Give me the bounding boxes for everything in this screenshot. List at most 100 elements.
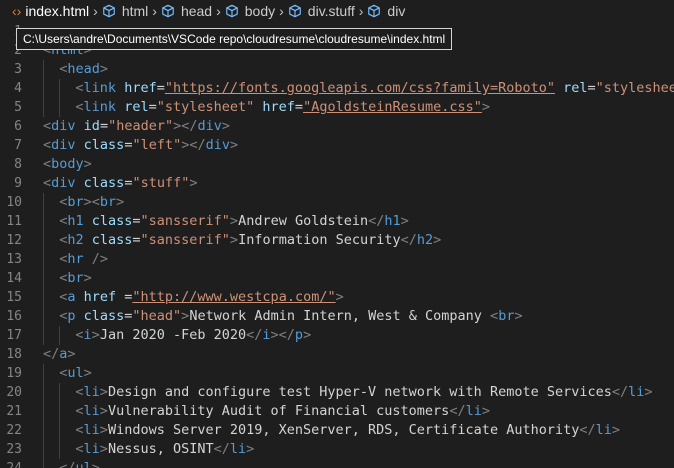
line-number: 11: [6, 214, 22, 229]
code-line[interactable]: 3 <head>: [0, 60, 674, 79]
code-token: />: [91, 251, 108, 267]
code-token: li: [83, 384, 100, 400]
code-line[interactable]: 17 <i>Jan 2020 -Feb 2020</i></p>: [0, 326, 674, 345]
code-line[interactable]: 4 <link href="https://fonts.googleapis.co…: [0, 79, 674, 98]
code-line[interactable]: 11 <h1 class="sansserif">Andrew Goldstein…: [0, 212, 674, 231]
code-line[interactable]: 7 <div class="left"></div>: [0, 136, 674, 155]
code-line[interactable]: 15 <a href ="http://www.westcpa.com/">: [0, 288, 674, 307]
code-token: ></: [181, 137, 206, 153]
code-line[interactable]: 9 <div class="stuff">: [0, 174, 674, 193]
code-token: </: [246, 327, 263, 343]
file-path-tooltip-text: C:\Users\andre\Documents\VSCode repo\clo…: [23, 32, 446, 46]
breadcrumb-item[interactable]: html: [102, 3, 148, 19]
code-line[interactable]: 5 <link rel="stylesheet" href="Agoldstein…: [0, 98, 674, 117]
code-token: h1: [384, 213, 401, 229]
breadcrumb-item[interactable]: head: [161, 3, 212, 19]
code-token[interactable]: "AgoldsteinResume.css": [303, 99, 482, 115]
code-token: >: [335, 289, 344, 305]
code-token: ></: [173, 118, 198, 134]
code-token: class: [91, 213, 133, 229]
html-file-icon: ‹›: [12, 3, 22, 19]
code-line[interactable]: 20 <li>Design and configure test Hyper-V …: [0, 383, 674, 402]
code-token: br: [67, 194, 84, 210]
code-token: =: [116, 289, 133, 305]
code-text: <body>: [43, 155, 92, 174]
code-text: <a href ="http://www.westcpa.com/">: [59, 288, 344, 307]
code-token: "sansserif": [140, 232, 230, 248]
code-line[interactable]: 18 </a>: [0, 345, 674, 364]
indent-guide: [43, 307, 44, 326]
code-token: =: [99, 118, 109, 134]
code-token: i: [83, 327, 92, 343]
chevron-right-icon: ›: [152, 3, 157, 19]
code-token: Windows Server 2019, XenServer, RDS, Cer…: [107, 422, 580, 438]
code-token: >: [644, 384, 653, 400]
breadcrumb: ‹› index.html › html › head › body › div.stuff ›…: [0, 0, 674, 22]
code-text: <link href="https://fonts.googleapis.com…: [75, 79, 674, 98]
code-line[interactable]: 8 <body>: [0, 155, 674, 174]
code-line[interactable]: 6 <div id="header"></div>: [0, 117, 674, 136]
indent-guide: [59, 421, 61, 440]
indent-guide: [59, 440, 61, 459]
code-token: <: [75, 80, 84, 96]
code-token: class: [83, 308, 125, 324]
code-token: </: [59, 460, 76, 468]
code-token: hr: [67, 251, 84, 267]
line-number: 23: [6, 442, 22, 457]
code-token: p: [294, 327, 304, 343]
code-line[interactable]: 13 <hr />: [0, 250, 674, 269]
code-line[interactable]: 16 <p class="head">Network Admin Intern, …: [0, 307, 674, 326]
code-line[interactable]: 12 <h2 class="sansserif">Information Secu…: [0, 231, 674, 250]
code-token: head: [67, 61, 100, 77]
symbol-element-icon: [162, 4, 174, 18]
code-line[interactable]: 19 <ul>: [0, 364, 674, 383]
code-token: rel: [124, 99, 149, 115]
code-token: >: [99, 403, 108, 419]
code-editor[interactable]: 12<html>3<head>4<link href="https://font…: [0, 22, 674, 468]
code-text: <h1 class="sansserif">Andrew Goldstein</…: [59, 212, 409, 231]
code-token: div: [51, 137, 76, 153]
code-token: li: [229, 441, 247, 457]
line-number: 8: [14, 157, 22, 172]
code-token: </: [400, 232, 417, 248]
breadcrumb-file[interactable]: ‹› index.html: [0, 3, 89, 19]
code-token: >: [83, 365, 92, 381]
breadcrumb-item[interactable]: div.stuff: [288, 3, 355, 19]
code-token: class: [83, 175, 125, 191]
code-token: body: [51, 156, 84, 172]
indent-guide: [59, 326, 61, 345]
code-line[interactable]: 22 <li>Windows Server 2019, XenServer, RD…: [0, 421, 674, 440]
code-token: >: [83, 156, 92, 172]
code-token: Nessus, OSINT: [107, 441, 214, 457]
code-token: >: [99, 61, 108, 77]
code-token: <: [75, 422, 84, 438]
code-token: >: [99, 384, 108, 400]
indent-guide: [43, 383, 44, 402]
code-token: li: [628, 384, 645, 400]
code-token: ul: [75, 460, 92, 468]
code-line[interactable]: 10 <br><br>: [0, 193, 674, 212]
code-token: >: [221, 118, 231, 134]
code-token: <: [75, 441, 84, 457]
code-token: Vulnerability Audit of Financial custome…: [107, 403, 450, 419]
code-token: >: [481, 403, 490, 419]
indent-guide: [43, 193, 44, 212]
symbol-element-icon: [368, 4, 381, 18]
symbol-element-icon: [225, 4, 238, 18]
indent-guide: [43, 269, 44, 288]
code-token: =: [132, 213, 141, 229]
breadcrumb-item[interactable]: div: [367, 3, 405, 19]
code-line[interactable]: 23 <li>Nessus, OSINT</li>: [0, 440, 674, 459]
code-line[interactable]: 14 <br>: [0, 269, 674, 288]
code-token[interactable]: "https://fonts.googleapis.com/css?family…: [165, 80, 555, 96]
code-line[interactable]: 21 <li>Vulnerability Audit of Financial c…: [0, 402, 674, 421]
code-token: br: [498, 308, 515, 324]
code-token: "header": [108, 118, 174, 134]
code-token: >: [246, 441, 255, 457]
code-token: br: [99, 194, 117, 210]
breadcrumb-item[interactable]: body: [225, 3, 275, 19]
code-token[interactable]: "http://www.westcpa.com/": [132, 289, 335, 305]
indent-guide: [43, 288, 44, 307]
code-line[interactable]: 24 </ul>: [0, 459, 674, 468]
